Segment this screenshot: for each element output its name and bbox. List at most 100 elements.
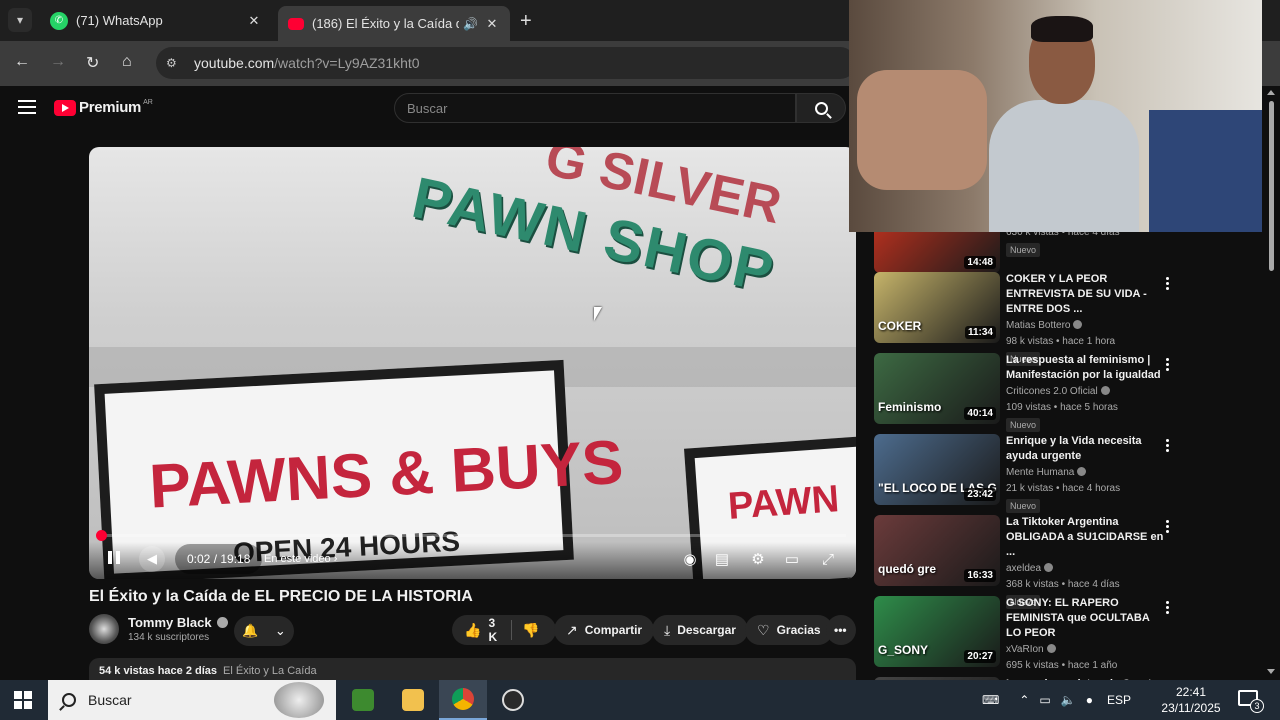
site-info-icon[interactable]: ⚙ [166,56,186,70]
home-icon[interactable]: ⌂ [122,53,132,71]
video-thumbnail[interactable]: COKER 11:34 [874,272,1000,343]
fullscreen-icon: ⤢ [821,550,834,568]
reload-icon[interactable]: ↻ [86,53,99,73]
channel-name[interactable]: Criticones 2.0 Oficial [1006,386,1098,397]
recommendation-title[interactable]: La respuesta al feminismo | Manifestació… [1006,353,1166,383]
forward-arrow-icon[interactable]: → [50,53,66,71]
fullscreen-button[interactable]: ⤢ [815,544,841,574]
channel-name-row[interactable]: Tommy Black [128,615,228,630]
thumbs-up-icon[interactable]: 👍 [464,622,481,639]
thanks-button[interactable]: ♡ Gracias [745,615,833,645]
search-icon [814,101,828,115]
recommendation-item[interactable]: quedó gre 16:33 La Tiktoker Argentina OBLI… [874,515,1184,609]
video-thumbnail[interactable]: G_SONY 20:27 [874,596,1000,667]
youtube-logo[interactable]: Premium AR [54,99,153,116]
taskbar-clock[interactable]: 22:41 23/11/2025 [1156,684,1226,716]
menu-icon[interactable] [18,100,36,118]
channel-name[interactable]: Matias Bottero [1006,320,1070,331]
recommendation-item[interactable]: "EL LOCO DE LAS G 23:42 Enrique y la Vida … [874,434,1184,513]
progress-bar[interactable] [96,530,846,541]
notification-icon[interactable]: 3 [1238,690,1264,713]
pause-button[interactable] [101,544,127,574]
recommendation-channel[interactable]: Matias Bottero [1006,319,1166,333]
channel-name[interactable]: Tommy Black [128,615,212,630]
channel-name[interactable]: xVaRIon [1006,644,1044,655]
keyboard-icon[interactable]: ⌨ [982,693,999,707]
download-button[interactable]: ⤓ Descargar [652,615,748,645]
video-thumbnail[interactable]: quedó gre 16:33 [874,515,1000,586]
more-vertical-icon[interactable] [1166,600,1172,616]
thumbnail-caption: quedó gre [878,562,937,576]
tab-whatsapp[interactable]: ✆ (71) WhatsApp ✕ [40,6,272,35]
chevron-up-icon[interactable]: ⌃ [1019,693,1029,707]
windows-start-icon[interactable] [14,691,32,709]
taskbar-app-minecraft[interactable] [339,680,387,720]
subtitles-button[interactable]: ▤ [709,544,735,574]
recommendation-channel[interactable]: axeldea [1006,562,1166,576]
search-input[interactable] [407,100,795,116]
chrome-icon [452,688,474,710]
taskbar-app-obs[interactable] [489,680,537,720]
pause-icon [106,551,122,567]
share-label: Compartir [584,623,643,637]
channel-name[interactable]: Mente Humana [1006,467,1074,478]
recommendation-title[interactable]: COKER Y LA PEOR ENTREVISTA DE SU VIDA - … [1006,272,1166,317]
recommendation-title[interactable]: Enrique y la Vida necesita ayuda urgente [1006,434,1166,464]
volume-button[interactable]: ◀ [139,546,165,572]
volume-icon[interactable]: 🔈 [1061,693,1076,707]
tab-youtube[interactable]: (186) El Éxito y la Caída de l 🔊 ✕ [278,6,510,41]
url-text[interactable]: youtube.com/watch?v=Ly9AZ31kht0 [194,55,420,71]
language-indicator[interactable]: ESP [1107,693,1131,707]
microphone-icon[interactable]: ● [1086,693,1093,707]
video-thumbnail[interactable]: "EL LOCO DE LAS G 23:42 [874,434,1000,505]
chapter-button[interactable]: En este video › [264,544,337,574]
video-player[interactable]: G SILVER PAWN SHOP PAWNS & BUYS OPEN 24 … [89,147,856,579]
close-icon[interactable]: ✕ [484,16,500,32]
webcam-bed [1149,110,1262,232]
video-thumbnail[interactable]: Feminismo 40:14 [874,353,1000,424]
more-vertical-icon[interactable] [1166,438,1172,454]
video-duration: 40:14 [964,407,996,420]
description-tag[interactable]: El Éxito y La Caída [223,665,317,677]
channel-name[interactable]: axeldea [1006,563,1041,574]
recommendation-channel[interactable]: xVaRIon [1006,643,1166,657]
tab-search-button[interactable]: ▾ [8,8,32,32]
video-thumbnail[interactable]: 14:48 [874,232,1000,273]
settings-button[interactable]: ⚙ [745,544,771,574]
like-count[interactable]: 3 K [488,616,497,644]
time-display: 0:02 / 19:18 [175,544,263,574]
more-vertical-icon[interactable] [1166,276,1172,292]
thumbs-down-icon[interactable]: 👎 [522,622,539,639]
speaker-icon[interactable]: 🔊 [463,17,478,31]
close-icon[interactable]: ✕ [246,13,262,29]
recommendation-item[interactable]: Feminismo 40:14 La respuesta al feminismo … [874,353,1184,432]
autoplay-toggle[interactable]: ◉ [677,544,703,574]
taskbar-search[interactable]: Buscar [48,680,336,720]
recommendation-title[interactable]: G SONY: EL RAPERO FEMINISTA que OCULTABA… [1006,596,1166,641]
more-vertical-icon[interactable] [1166,519,1172,535]
recommendations-list: 14:48 630 k vistas • hace 4 días Nuevo COKE… [874,232,1264,680]
taskbar-app-explorer[interactable] [389,680,437,720]
recommendation-item[interactable]: COKER 11:34 COKER Y LA PEOR ENTREVISTA DE … [874,272,1184,366]
new-tab-button[interactable]: + [520,10,532,33]
recommendation-channel[interactable]: Criticones 2.0 Oficial [1006,385,1166,399]
recommendation-item[interactable]: G_SONY 20:27 G SONY: EL RAPERO FEMINISTA q… [874,596,1184,672]
taskbar-app-chrome[interactable] [439,680,487,720]
network-icon[interactable]: ▭ [1039,693,1050,707]
subscription-bell-button[interactable]: 🔔 ⌄ [234,616,294,646]
recommendation-channel[interactable]: Mente Humana [1006,466,1166,480]
share-button[interactable]: ↗ Compartir [554,615,655,645]
search-box[interactable] [394,93,796,123]
new-badge: Nuevo [1006,418,1041,432]
theater-mode-button[interactable]: ▭ [779,544,805,574]
back-arrow-icon[interactable]: ← [14,53,30,71]
recommendation-title[interactable]: La Tiktoker Argentina OBLIGADA a SU1CIDA… [1006,515,1166,560]
recommendation-meta: 21 k vistas • hace 4 horas [1006,483,1121,494]
address-bar[interactable]: ⚙ youtube.com/watch?v=Ly9AZ31kht0 [156,47,856,79]
more-actions-button[interactable]: ••• [826,615,856,645]
channel-avatar[interactable] [89,614,119,644]
region-code: AR [143,99,153,106]
search-button[interactable] [796,93,846,123]
page-scrollbar[interactable] [1267,86,1276,680]
more-vertical-icon[interactable] [1166,357,1172,373]
